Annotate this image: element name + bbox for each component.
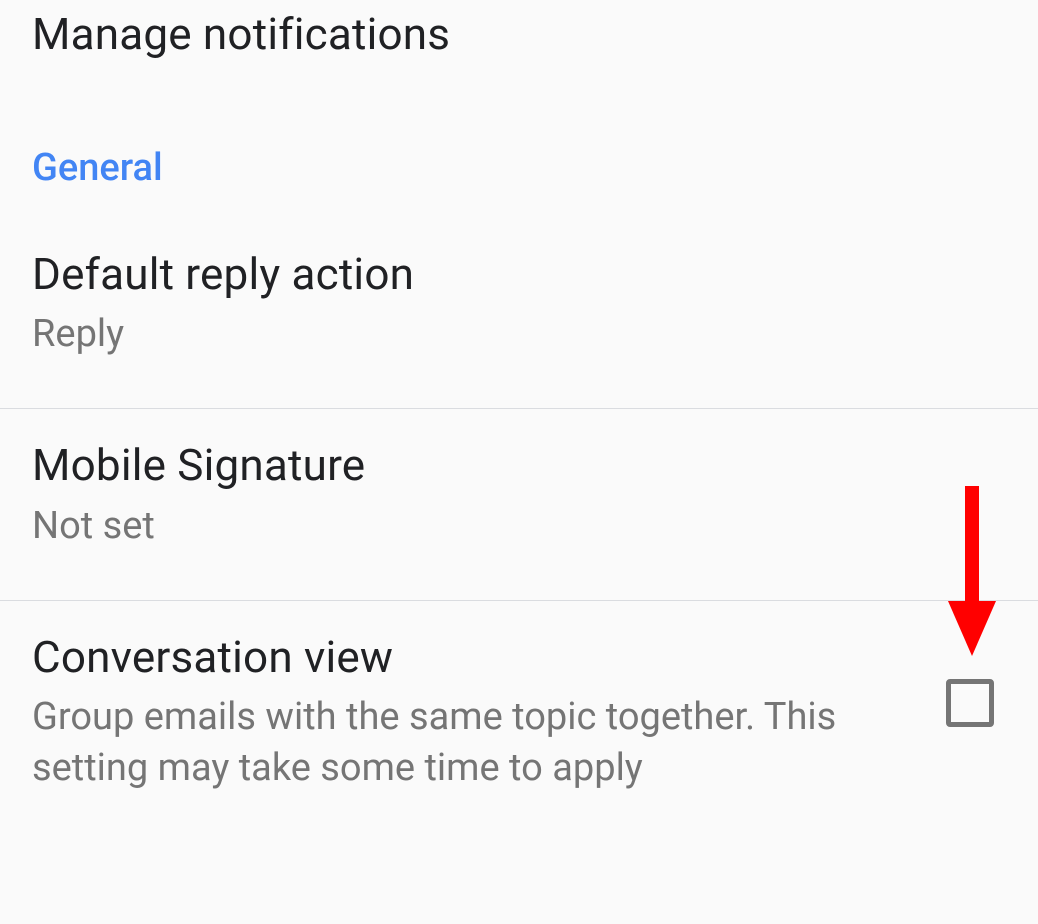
manage-notifications-title: Manage notifications bbox=[32, 8, 1006, 60]
manage-notifications-item[interactable]: Manage notifications bbox=[0, 0, 1038, 108]
conversation-view-text: Conversation view Group emails with the … bbox=[32, 629, 946, 795]
settings-container: Manage notifications General Default rep… bbox=[0, 0, 1038, 924]
section-header-label: General bbox=[32, 146, 1006, 190]
default-reply-action-title: Default reply action bbox=[32, 246, 1006, 303]
mobile-signature-value: Not set bbox=[32, 501, 912, 552]
mobile-signature-item[interactable]: Mobile Signature Not set bbox=[0, 409, 1038, 600]
conversation-view-item[interactable]: Conversation view Group emails with the … bbox=[0, 601, 1038, 827]
default-reply-action-value: Reply bbox=[32, 309, 912, 360]
conversation-view-title: Conversation view bbox=[32, 629, 916, 686]
default-reply-action-item[interactable]: Default reply action Reply bbox=[0, 218, 1038, 409]
conversation-view-description: Group emails with the same topic togethe… bbox=[32, 692, 882, 795]
conversation-view-checkbox[interactable] bbox=[946, 679, 994, 727]
section-header-general: General bbox=[0, 108, 1038, 218]
mobile-signature-title: Mobile Signature bbox=[32, 437, 1006, 494]
